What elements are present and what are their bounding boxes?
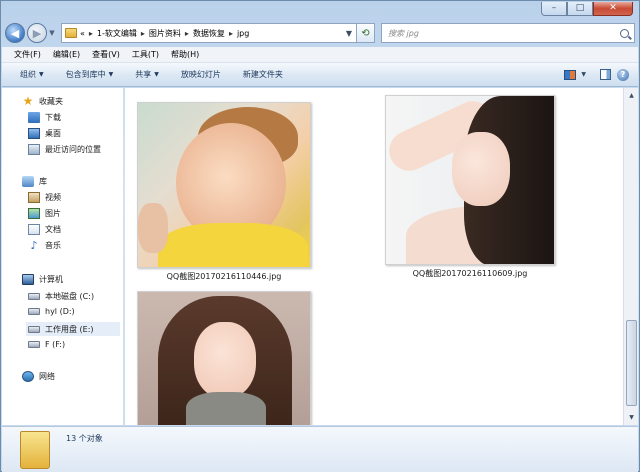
sidebar-item-drive-f[interactable]: F (F:)	[28, 340, 65, 349]
recent-places-icon	[28, 144, 40, 155]
include-in-library-button[interactable]: 包含到库中 ▼	[66, 69, 114, 80]
menu-tools[interactable]: 工具(T)	[132, 49, 159, 60]
scroll-up-button[interactable]: ▲	[624, 88, 639, 103]
view-icon	[564, 69, 577, 80]
scroll-down-button[interactable]: ▼	[624, 410, 639, 425]
chevron-right-icon[interactable]: ▸	[185, 29, 189, 38]
breadcrumb-item[interactable]: 图片资料	[149, 28, 181, 39]
sidebar-item-videos[interactable]: 视频	[28, 192, 61, 203]
breadcrumb-item[interactable]: 1-软文编辑	[97, 28, 137, 39]
help-button[interactable]: ?	[614, 68, 632, 82]
sidebar-item-recent[interactable]: 最近访问的位置	[28, 144, 101, 155]
vertical-scrollbar[interactable]: ▲ ▼	[623, 88, 638, 425]
address-bar[interactable]: « ▸ 1-软文编辑 ▸ 图片资料 ▸ 数据恢复 ▸ jpg ▼	[61, 23, 357, 43]
thumbnail-image	[385, 95, 555, 265]
chevron-right-icon[interactable]: ▸	[141, 29, 145, 38]
sidebar-item-desktop[interactable]: 桌面	[28, 128, 61, 139]
address-row: ◀ ▶ ▼ « ▸ 1-软文编辑 ▸ 图片资料 ▸ 数据恢复 ▸ jpg ▼ ⟲…	[5, 21, 637, 45]
file-item[interactable]: QQ截图20170216110609.jpg	[385, 95, 555, 279]
sidebar-item-drive-d[interactable]: hyl (D:)	[28, 307, 75, 316]
help-icon: ?	[617, 68, 629, 81]
sidebar-item-drive-e[interactable]: 工作用盘 (E:)	[26, 322, 120, 336]
breadcrumb-item[interactable]: 数据恢复	[193, 28, 225, 39]
sidebar-item-network[interactable]: 网络	[22, 371, 55, 382]
organize-button[interactable]: 组织 ▼	[20, 69, 44, 80]
sidebar-item-drive-c[interactable]: 本地磁盘 (C:)	[28, 291, 94, 302]
desktop-icon	[28, 128, 40, 139]
sidebar-item-favorites[interactable]: ★ 收藏夹	[22, 94, 63, 108]
file-name: QQ截图20170216110446.jpg	[166, 272, 282, 281]
folder-icon	[20, 431, 50, 469]
menu-help[interactable]: 帮助(H)	[171, 49, 199, 60]
refresh-icon: ⟲	[361, 27, 370, 39]
file-item[interactable]	[137, 291, 311, 425]
preview-pane-icon	[599, 69, 611, 80]
file-list: QQ截图20170216110446.jpg QQ截图2017021611060…	[125, 88, 623, 425]
drive-icon	[28, 325, 40, 333]
back-arrow-icon: ◀	[10, 26, 20, 40]
command-bar: 组织 ▼ 包含到库中 ▼ 共享 ▼ 放映幻灯片 新建文件夹 ▼ ?	[2, 63, 638, 87]
chevron-right-icon: ▸	[88, 28, 93, 38]
breadcrumb: ▸ 1-软文编辑 ▸ 图片资料 ▸ 数据恢复 ▸ jpg	[85, 28, 249, 39]
picture-icon	[28, 208, 40, 219]
menu-file[interactable]: 文件(F)	[14, 49, 41, 60]
preview-pane-button[interactable]	[596, 68, 614, 82]
chevron-down-icon: ▼	[108, 71, 114, 78]
forward-arrow-icon: ▶	[32, 26, 42, 40]
network-icon	[22, 371, 34, 382]
video-icon	[28, 192, 40, 203]
details-pane: 13 个对象	[2, 426, 638, 472]
scroll-thumb[interactable]	[626, 320, 637, 406]
sidebar-item-pictures[interactable]: 图片	[28, 208, 61, 219]
drive-icon	[28, 341, 40, 348]
forward-button[interactable]: ▶	[27, 23, 47, 43]
computer-icon	[22, 274, 34, 285]
menu-bar: 文件(F) 编辑(E) 查看(V) 工具(T) 帮助(H)	[2, 47, 638, 63]
folder-icon	[65, 28, 77, 38]
sidebar-item-downloads[interactable]: 下载	[28, 112, 61, 123]
close-button[interactable]: ✕	[593, 2, 633, 16]
file-item[interactable]: QQ截图20170216110446.jpg	[137, 102, 311, 282]
minimize-button[interactable]: –	[541, 2, 567, 16]
caption-buttons: – □ ✕	[541, 2, 633, 16]
search-icon[interactable]	[620, 28, 629, 38]
file-name: QQ截图20170216110609.jpg	[412, 269, 528, 278]
library-icon	[22, 176, 34, 187]
view-dropdown-icon[interactable]: ▼	[581, 71, 586, 78]
chevron-right-icon[interactable]: ▸	[229, 29, 233, 38]
drive-icon	[28, 308, 40, 315]
sidebar-item-documents[interactable]: 文档	[28, 224, 61, 235]
change-view-button[interactable]	[561, 68, 579, 82]
slideshow-button[interactable]: 放映幻灯片	[181, 69, 221, 80]
explorer-window: – □ ✕ ◀ ▶ ▼ « ▸ 1-软文编辑 ▸ 图片资料 ▸ 数据恢复 ▸ j…	[0, 0, 640, 472]
thumbnail-image	[137, 291, 311, 425]
sidebar-item-libraries[interactable]: 库	[22, 176, 47, 187]
drive-icon	[28, 293, 40, 300]
chevron-down-icon: ▼	[39, 71, 44, 78]
search-box[interactable]: 搜索 jpg	[381, 23, 635, 43]
recent-pages-dropdown[interactable]: ▼	[47, 29, 57, 37]
menu-view[interactable]: 查看(V)	[92, 49, 120, 60]
thumbnail-image	[137, 102, 311, 268]
download-folder-icon	[28, 112, 40, 123]
chevron-down-icon: ▼	[154, 71, 159, 78]
search-input[interactable]: 搜索 jpg	[388, 28, 419, 39]
item-count: 13 个对象	[66, 434, 103, 443]
document-icon	[28, 224, 40, 235]
sidebar-item-computer[interactable]: 计算机	[22, 274, 63, 285]
maximize-button[interactable]: □	[567, 2, 593, 16]
view-controls: ▼ ?	[561, 68, 632, 82]
refresh-button[interactable]: ⟲	[357, 23, 375, 43]
sidebar-item-music[interactable]: ♪ 音乐	[28, 240, 61, 251]
music-icon: ♪	[30, 239, 38, 252]
address-dropdown[interactable]: ▼	[342, 29, 356, 38]
breadcrumb-item[interactable]: jpg	[237, 29, 249, 38]
back-button[interactable]: ◀	[5, 23, 25, 43]
star-icon: ★	[22, 94, 34, 108]
menu-edit[interactable]: 编辑(E)	[53, 49, 80, 60]
share-button[interactable]: 共享 ▼	[135, 69, 159, 80]
new-folder-button[interactable]: 新建文件夹	[243, 69, 283, 80]
navigation-pane: ★收藏夹 下载 桌面 最近访问的位置 库 视频 图片 文档 ♪音乐 计算机	[2, 88, 124, 425]
